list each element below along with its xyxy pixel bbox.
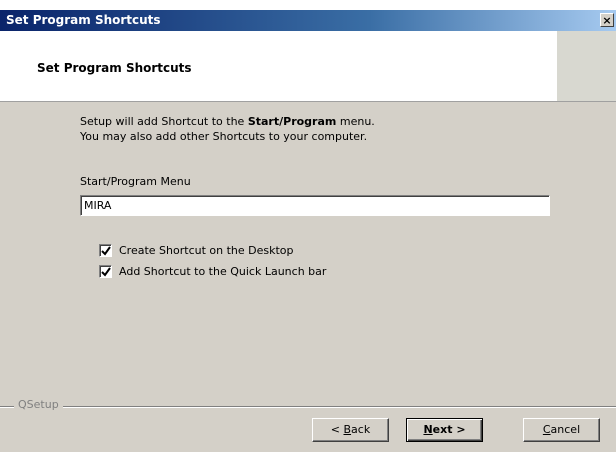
- group-divider: [0, 406, 616, 408]
- title-bar[interactable]: Set Program Shortcuts ×: [0, 10, 616, 31]
- intro-line-2: You may also add other Shortcuts to your…: [80, 130, 368, 143]
- intro-line-1-suffix: menu.: [336, 115, 375, 128]
- page-title: Set Program Shortcuts: [37, 61, 192, 75]
- checkbox-box[interactable]: [99, 265, 112, 278]
- create-desktop-shortcut-label: Create Shortcut on the Desktop: [119, 244, 294, 257]
- start-menu-label: Start/Program Menu: [80, 175, 191, 188]
- group-label: QSetup: [14, 398, 63, 411]
- checkbox-box[interactable]: [99, 244, 112, 257]
- cancel-button[interactable]: Cancel: [523, 418, 600, 442]
- quick-launch-shortcut-label: Add Shortcut to the Quick Launch bar: [119, 265, 327, 278]
- next-button-rest: ext >: [432, 423, 466, 436]
- window-title: Set Program Shortcuts: [6, 13, 161, 27]
- checkmark-icon: [101, 267, 111, 277]
- start-menu-input[interactable]: MIRA: [80, 195, 550, 216]
- cancel-button-rest: ancel: [550, 423, 581, 436]
- header-image: [557, 31, 616, 101]
- next-button[interactable]: Next >: [406, 418, 483, 442]
- back-button-accel: B: [343, 423, 352, 436]
- intro-text: Setup will add Shortcut to the Start/Pro…: [80, 114, 375, 144]
- intro-line-1-bold: Start/Program: [247, 115, 337, 128]
- close-button[interactable]: ×: [600, 13, 614, 27]
- screen-top-strip: [0, 0, 616, 10]
- intro-line-1: Setup will add Shortcut to the Start/Pro…: [80, 114, 375, 129]
- wizard-header: Set Program Shortcuts: [0, 31, 616, 102]
- back-button-rest: ack: [351, 423, 371, 436]
- checkmark-icon: [101, 246, 111, 256]
- intro-line-1-prefix: Setup will add Shortcut to the: [80, 115, 248, 128]
- back-button-prefix: <: [330, 423, 344, 436]
- next-button-accel: N: [423, 423, 433, 436]
- cancel-button-accel: C: [542, 423, 551, 436]
- wizard-body: Setup will add Shortcut to the Start/Pro…: [0, 102, 616, 452]
- close-icon: ×: [602, 14, 612, 27]
- back-button[interactable]: < Back: [312, 418, 389, 442]
